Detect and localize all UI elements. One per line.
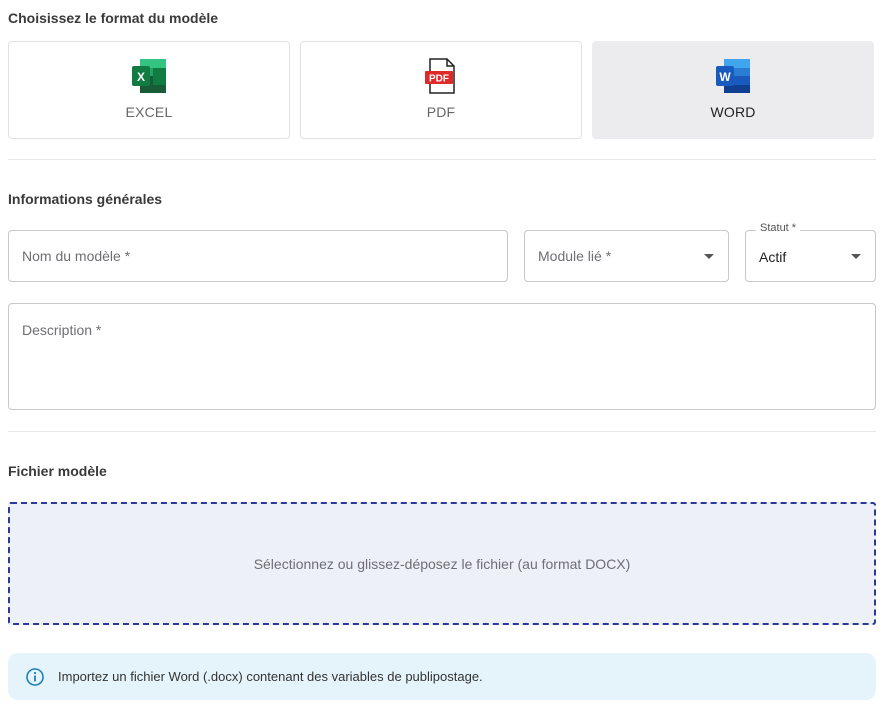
description-placeholder: Description *	[22, 322, 102, 338]
chevron-down-icon	[704, 254, 714, 259]
format-section-title: Choisissez le format du modèle	[8, 10, 219, 26]
dropzone-text: Sélectionnez ou glissez-déposez le fichi…	[253, 555, 631, 572]
template-name-field[interactable]: Nom du modèle *	[8, 230, 508, 282]
divider	[8, 159, 876, 160]
status-value: Actif	[759, 249, 787, 265]
file-dropzone[interactable]: Sélectionnez ou glissez-déposez le fichi…	[8, 502, 876, 625]
info-banner: Importez un fichier Word (.docx) contena…	[8, 653, 876, 700]
pdf-icon: PDF	[422, 57, 460, 95]
svg-text:PDF: PDF	[429, 74, 449, 85]
status-select[interactable]: Statut * Actif	[745, 222, 876, 282]
format-label-excel: EXCEL	[125, 104, 173, 120]
status-label: Statut *	[756, 222, 801, 234]
template-name-placeholder: Nom du modèle *	[22, 248, 131, 264]
general-section-title: Informations générales	[8, 191, 163, 207]
linked-module-placeholder: Module lié *	[538, 248, 612, 264]
description-field[interactable]: Description *	[8, 303, 876, 410]
format-option-pdf[interactable]: PDF PDF	[300, 41, 582, 139]
file-section-title: Fichier modèle	[8, 463, 107, 479]
linked-module-select[interactable]: Module lié *	[524, 230, 729, 282]
svg-text:W: W	[719, 70, 731, 84]
chevron-down-icon	[851, 254, 861, 259]
info-text: Importez un fichier Word (.docx) contena…	[58, 669, 483, 684]
svg-text:X: X	[137, 70, 145, 84]
excel-icon: X	[130, 57, 168, 95]
format-option-excel[interactable]: X EXCEL	[8, 41, 290, 139]
format-label-word: WORD	[710, 104, 756, 120]
word-icon: W	[714, 57, 752, 95]
format-label-pdf: PDF	[426, 104, 456, 120]
format-options: X EXCEL PDF PDF W WORD	[8, 41, 876, 139]
format-option-word[interactable]: W WORD	[592, 41, 874, 139]
info-icon	[25, 667, 45, 687]
divider	[8, 431, 876, 432]
